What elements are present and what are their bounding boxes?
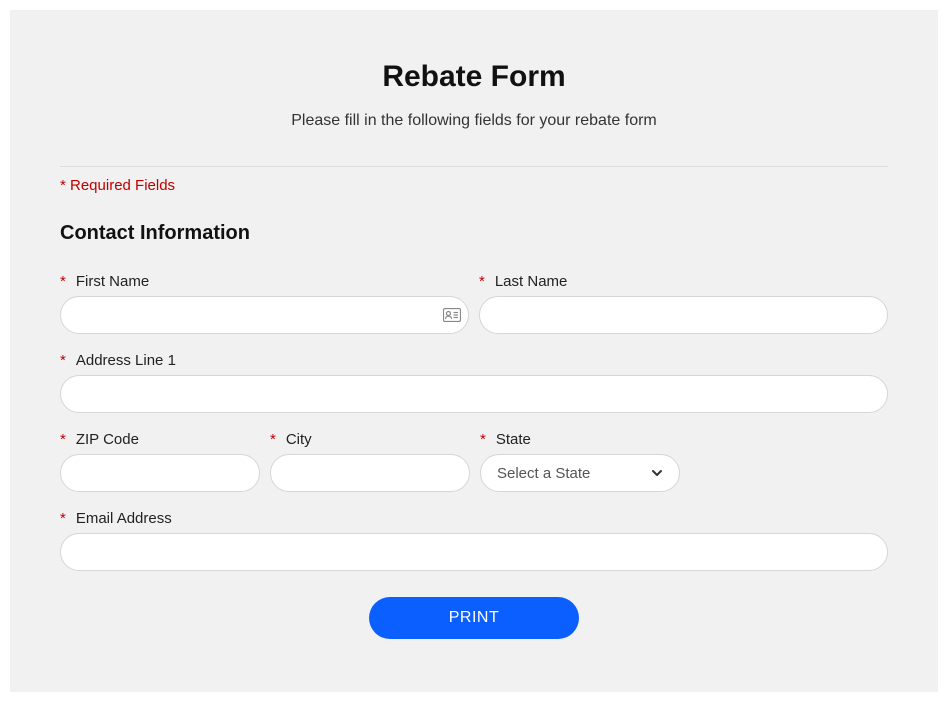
last-name-input[interactable] (479, 296, 888, 334)
page-title: Rebate Form (60, 60, 888, 94)
first-name-input[interactable] (60, 296, 469, 334)
required-marker: * (60, 431, 66, 448)
email-field: * Email Address (60, 510, 888, 571)
button-row: PRINT (60, 597, 888, 639)
city-label-text: City (286, 431, 312, 448)
state-select[interactable]: Select a State (481, 455, 679, 491)
zip-label: * ZIP Code (60, 431, 260, 448)
city-label: * City (270, 431, 470, 448)
required-marker: * (479, 273, 485, 290)
email-label-text: Email Address (76, 510, 172, 527)
state-label: * State (480, 431, 680, 448)
row-locality: * ZIP Code * City * State Select a State (60, 431, 888, 492)
last-name-label: * Last Name (479, 273, 888, 290)
address1-input[interactable] (60, 375, 888, 413)
zip-label-text: ZIP Code (76, 431, 139, 448)
city-field: * City (270, 431, 470, 492)
required-fields-note: * Required Fields (60, 177, 888, 194)
state-label-text: State (496, 431, 531, 448)
row-address: * Address Line 1 (60, 352, 888, 413)
address1-field: * Address Line 1 (60, 352, 888, 413)
required-marker: * (480, 431, 486, 448)
required-marker: * (60, 273, 66, 290)
print-button[interactable]: PRINT (369, 597, 579, 639)
required-marker: * (270, 431, 276, 448)
contact-card-icon (443, 308, 461, 322)
state-select-wrap: Select a State (480, 454, 680, 492)
contact-info-heading: Contact Information (60, 222, 888, 245)
row-email: * Email Address (60, 510, 888, 571)
last-name-field: * Last Name (479, 273, 888, 334)
required-marker: * (60, 510, 66, 527)
last-name-label-text: Last Name (495, 273, 568, 290)
email-input[interactable] (60, 533, 888, 571)
first-name-label-text: First Name (76, 273, 149, 290)
city-input[interactable] (270, 454, 470, 492)
rebate-form-container: Rebate Form Please fill in the following… (10, 10, 938, 692)
first-name-field: * First Name (60, 273, 469, 334)
divider (60, 166, 888, 167)
page-subtitle: Please fill in the following fields for … (60, 112, 888, 130)
zip-input[interactable] (60, 454, 260, 492)
address1-label: * Address Line 1 (60, 352, 888, 369)
first-name-input-wrap (60, 296, 469, 334)
address1-label-text: Address Line 1 (76, 352, 176, 369)
required-marker: * (60, 352, 66, 369)
email-label: * Email Address (60, 510, 888, 527)
first-name-label: * First Name (60, 273, 469, 290)
state-field: * State Select a State (480, 431, 680, 492)
row-name: * First Name * (60, 273, 888, 334)
zip-field: * ZIP Code (60, 431, 260, 492)
